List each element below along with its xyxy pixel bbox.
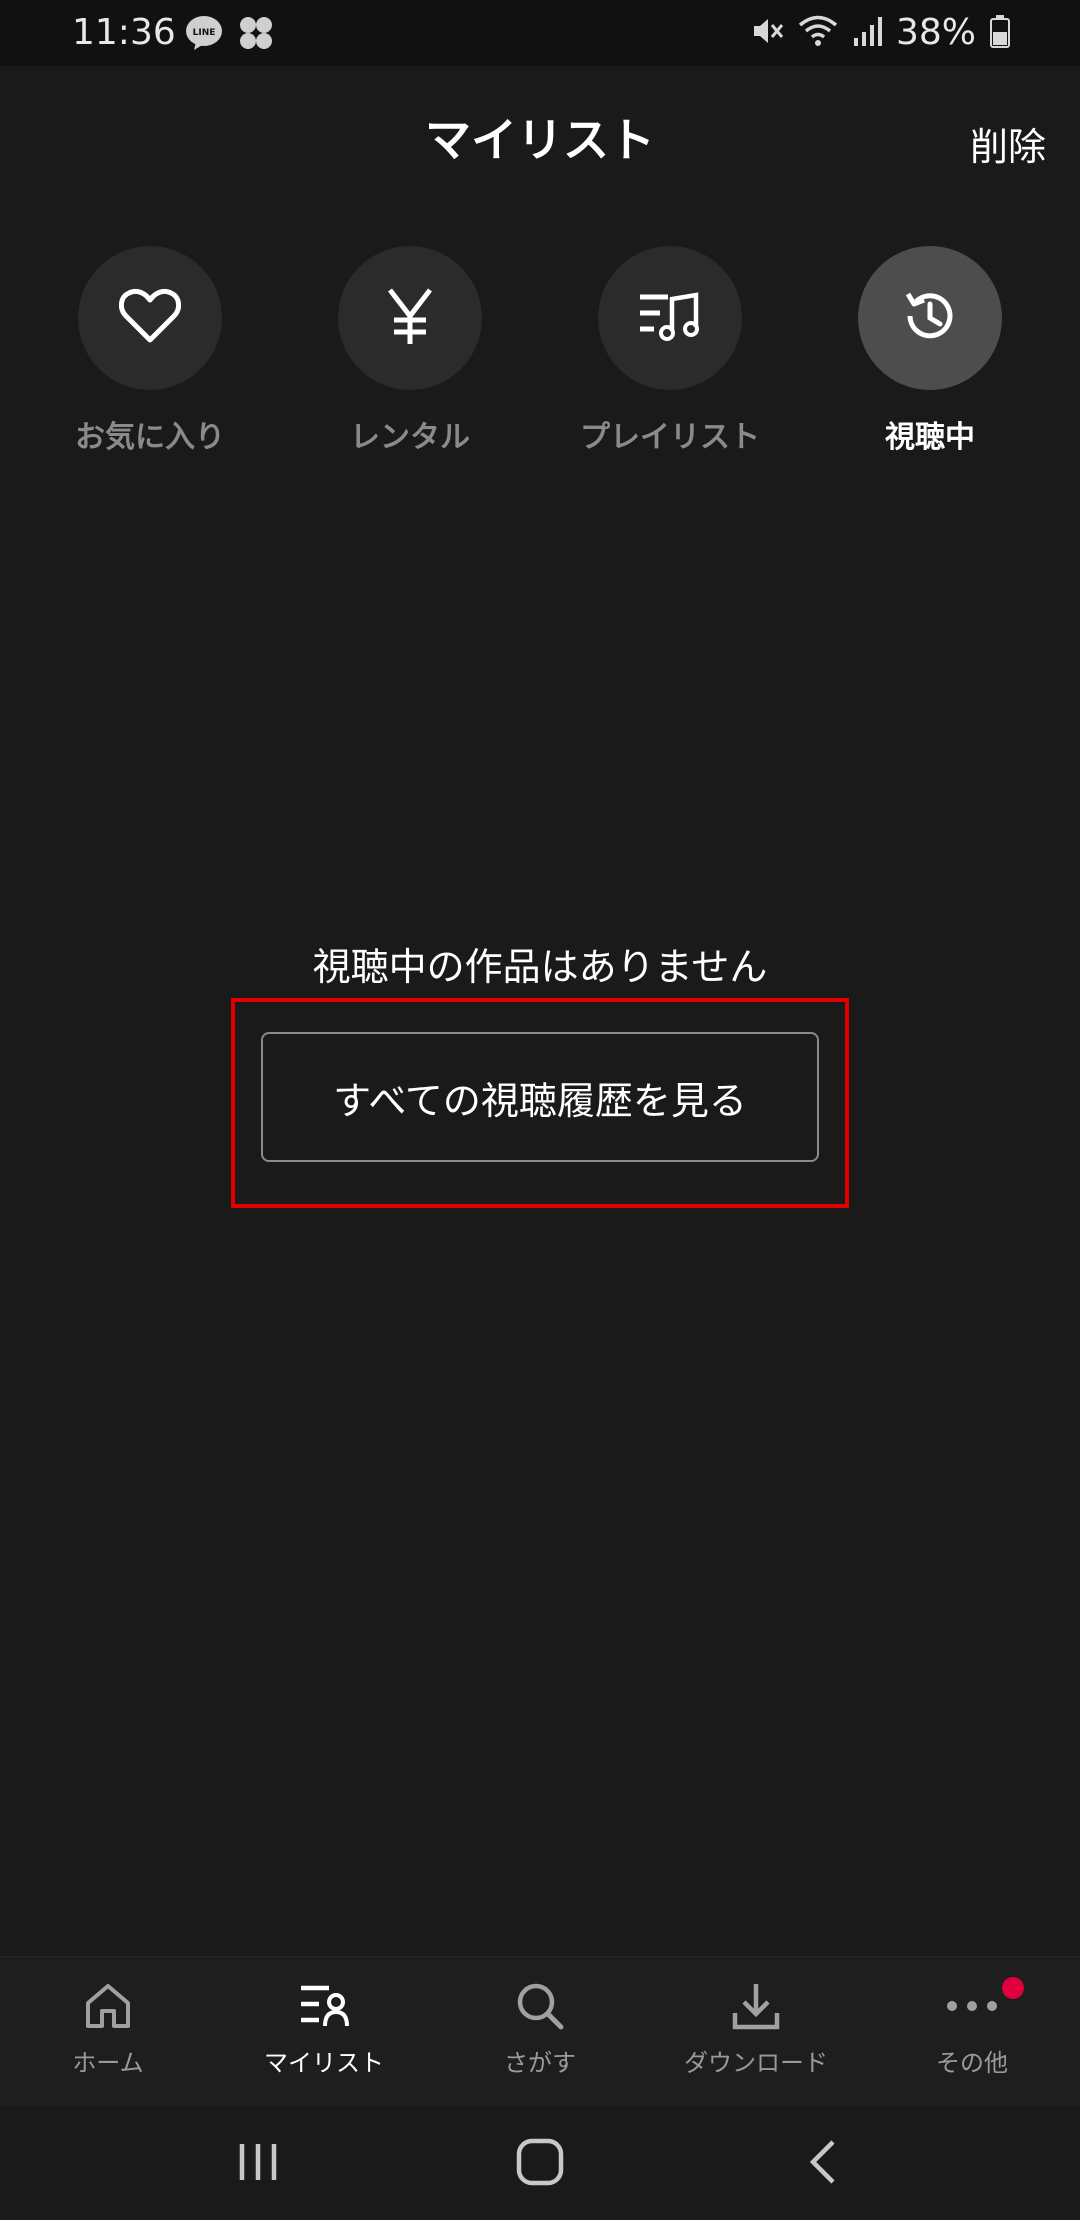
- tab-rental[interactable]: レンタル: [300, 246, 520, 456]
- notification-icons: LINE: [184, 14, 276, 56]
- signal-icon: [852, 14, 882, 52]
- tab-label-playlist: プレイリスト: [580, 420, 760, 455]
- screen: 11:36 LINE 38% マイリスト 削除 お気に入り レンタル プレイリス…: [0, 0, 1080, 2220]
- nav-label-home: ホーム: [72, 2049, 144, 2077]
- system-nav-bar: [0, 2106, 1080, 2220]
- tab-favorites[interactable]: お気に入り: [40, 246, 260, 456]
- favorites-circle: [78, 246, 222, 390]
- page-title: マイリスト: [425, 113, 655, 167]
- battery-percentage: 38%: [895, 12, 976, 53]
- heart-icon: [119, 288, 181, 348]
- back-button[interactable]: [782, 2136, 862, 2192]
- view-all-history-button[interactable]: すべての視聴履歴を見る: [261, 1032, 819, 1162]
- notification-badge: [1002, 1977, 1024, 1999]
- wifi-icon: [798, 14, 838, 52]
- status-time: 11:36: [72, 12, 176, 53]
- nav-label-more: その他: [936, 2049, 1008, 2077]
- empty-message: 視聴中の作品はありません: [312, 945, 768, 989]
- nav-label-mylist: マイリスト: [264, 2049, 384, 2077]
- watching-circle: [858, 246, 1002, 390]
- mylist-icon: [216, 1975, 432, 2037]
- delete-button[interactable]: 削除: [970, 116, 1046, 171]
- battery-icon: [990, 14, 1010, 52]
- system-status-icons: 38%: [750, 12, 1010, 53]
- more-icon: [864, 1975, 1080, 2037]
- svg-text:LINE: LINE: [193, 28, 216, 38]
- rental-circle: [338, 246, 482, 390]
- playlist-icon: [638, 291, 702, 345]
- status-bar: 11:36 LINE 38%: [0, 0, 1080, 66]
- tab-watching[interactable]: 視聴中: [820, 246, 1040, 456]
- tab-label-watching: 視聴中: [885, 420, 975, 455]
- search-icon: [432, 1975, 648, 2037]
- nav-label-download: ダウンロード: [684, 2049, 828, 2077]
- nav-more[interactable]: その他: [864, 1975, 1080, 2078]
- nav-label-search: さがす: [504, 2049, 576, 2077]
- tab-playlist[interactable]: プレイリスト: [560, 246, 780, 456]
- nav-search[interactable]: さがす: [432, 1975, 648, 2078]
- recent-apps-button[interactable]: [218, 2136, 298, 2192]
- home-icon: [0, 1975, 216, 2037]
- mute-icon: [750, 14, 784, 52]
- back-chevron-icon: [807, 2139, 837, 2189]
- line-app-icon: LINE: [184, 14, 224, 56]
- nav-mylist[interactable]: マイリスト: [216, 1975, 432, 2078]
- home-square-icon: [516, 2138, 564, 2190]
- home-system-button[interactable]: [500, 2136, 580, 2192]
- pinwheel-app-icon: [236, 14, 276, 56]
- yen-icon: [386, 286, 434, 350]
- download-icon: [648, 1975, 864, 2037]
- tab-label-favorites: お気に入り: [75, 420, 225, 455]
- playlist-circle: [598, 246, 742, 390]
- history-icon: [900, 286, 960, 350]
- recent-apps-icon: [236, 2142, 280, 2186]
- tab-label-rental: レンタル: [350, 420, 470, 455]
- nav-home[interactable]: ホーム: [0, 1975, 216, 2078]
- nav-download[interactable]: ダウンロード: [648, 1975, 864, 2078]
- bottom-nav: ホーム マイリスト さがす ダウンロード その他: [0, 1956, 1080, 2106]
